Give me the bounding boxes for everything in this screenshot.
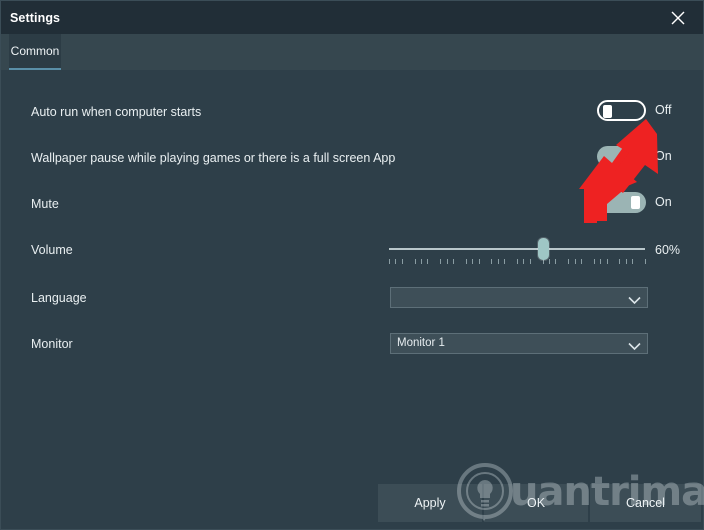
slider-thumb[interactable] [537, 238, 549, 260]
slider-tick [607, 259, 608, 264]
monitor-label: Monitor [31, 337, 73, 351]
toggle-knob [603, 105, 612, 118]
toggle-track-off [597, 100, 646, 121]
slider-tick [491, 259, 492, 264]
apply-button-label: Apply [414, 496, 446, 510]
auto-run-state-label: Off [655, 103, 672, 117]
toggle-knob [631, 196, 640, 209]
slider-tick [453, 259, 454, 264]
slider-tick [389, 259, 390, 264]
language-dropdown[interactable] [390, 287, 648, 308]
slider-tick [517, 259, 518, 264]
slider-tick [632, 259, 633, 264]
title-bar: Settings [1, 1, 703, 34]
slider-tick [530, 259, 531, 264]
auto-run-label: Auto run when computer starts [31, 105, 202, 119]
monitor-dropdown[interactable]: Monitor 1 [390, 333, 648, 354]
toggle-knob [631, 150, 640, 163]
setting-row-wallpaper-pause: Wallpaper pause while playing games or t… [1, 143, 703, 173]
mute-toggle[interactable]: On [597, 192, 672, 213]
slider-tick [549, 259, 550, 264]
slider-tick [472, 259, 473, 264]
slider-tick [555, 259, 556, 264]
slider-tick [645, 259, 646, 264]
slider-tick [619, 259, 620, 264]
slider-tick [415, 259, 416, 264]
setting-row-language: Language [1, 283, 703, 313]
setting-row-auto-run: Auto run when computer starts Off [1, 97, 703, 127]
slider-tick [498, 259, 499, 264]
toggle-track-on [597, 192, 646, 213]
volume-label: Volume [31, 243, 73, 257]
slider-tick [594, 259, 595, 264]
tab-common-label: Common [10, 44, 60, 58]
settings-content: Auto run when computer starts Off Wallpa… [1, 70, 703, 470]
footer-button-bar: Apply OK Cancel [1, 469, 703, 529]
volume-slider[interactable] [389, 235, 646, 265]
slider-tick [440, 259, 441, 264]
slider-tick [568, 259, 569, 264]
language-label: Language [31, 291, 87, 305]
slider-ticks [389, 259, 646, 265]
chevron-down-icon [628, 292, 641, 310]
cancel-button[interactable]: Cancel [590, 484, 701, 522]
volume-value-label: 60% [655, 243, 681, 257]
tab-common[interactable]: Common [9, 34, 61, 70]
slider-tick [427, 259, 428, 264]
tab-strip: Common [1, 34, 703, 71]
mute-label: Mute [31, 197, 59, 211]
close-button[interactable] [661, 5, 695, 31]
chevron-down-icon [628, 338, 641, 356]
slider-tick [523, 259, 524, 264]
settings-window: Settings Common Auto run when computer s… [0, 0, 704, 530]
auto-run-toggle[interactable]: Off [597, 100, 671, 121]
slider-tick [447, 259, 448, 264]
slider-tick [581, 259, 582, 264]
ok-button-label: OK [526, 496, 546, 510]
setting-row-volume: Volume 60% [1, 235, 703, 265]
slider-tick [600, 259, 601, 264]
slider-tick [575, 259, 576, 264]
wallpaper-pause-toggle[interactable]: On [597, 146, 672, 167]
apply-button[interactable]: Apply [378, 484, 482, 522]
setting-row-mute: Mute On [1, 189, 703, 219]
slider-track [389, 248, 645, 250]
slider-tick [626, 259, 627, 264]
setting-row-monitor: Monitor Monitor 1 [1, 329, 703, 359]
wallpaper-pause-state-label: On [655, 149, 672, 163]
slider-tick [466, 259, 467, 264]
slider-tick [395, 259, 396, 264]
close-icon [671, 11, 685, 25]
cancel-button-label: Cancel [626, 496, 665, 510]
slider-tick [479, 259, 480, 264]
mute-state-label: On [655, 195, 672, 209]
wallpaper-pause-label: Wallpaper pause while playing games or t… [31, 151, 396, 165]
slider-tick [421, 259, 422, 264]
window-title: Settings [10, 10, 61, 25]
toggle-track-on [597, 146, 646, 167]
ok-button[interactable]: OK [484, 484, 588, 522]
slider-tick [504, 259, 505, 264]
monitor-dropdown-value: Monitor 1 [397, 337, 445, 349]
slider-tick [402, 259, 403, 264]
